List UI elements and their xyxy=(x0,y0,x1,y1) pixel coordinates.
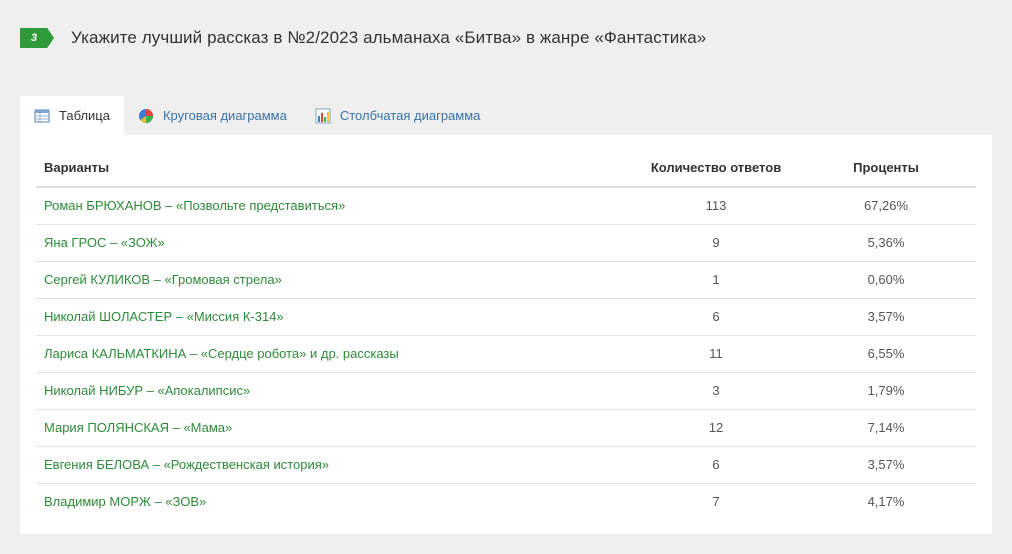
option-cell: Владимир МОРЖ – «ЗОВ» xyxy=(44,494,207,510)
option-cell: Евгения БЕЛОВА – «Рождественская история… xyxy=(36,446,636,484)
tab-bar-chart-label: Столбчатая диаграмма xyxy=(339,108,481,123)
percent-cell: 6,55% xyxy=(796,335,976,373)
percent-cell: 5,36% xyxy=(796,224,976,262)
tab-bar-chart[interactable]: Столбчатая диаграмма xyxy=(301,96,495,135)
bar-chart-icon xyxy=(315,108,331,124)
percent-cell: 3,57% xyxy=(796,446,976,484)
table-row: Мария ПОЛЯНСКАЯ – «Мама» 12 7,14% xyxy=(36,409,976,447)
option-cell: Лариса КАЛЬМАТКИНА – «Сердце робота» и д… xyxy=(36,335,636,373)
percent-cell: 4,17% xyxy=(867,494,905,510)
option-cell: Николай НИБУР – «Апокалипсис» xyxy=(36,372,636,410)
option-cell: Сергей КУЛИКОВ – «Громовая стрела» xyxy=(36,261,636,299)
tab-table[interactable]: Таблица xyxy=(20,96,124,135)
percent-cell: 67,26% xyxy=(796,187,976,225)
percent-cell: 0,60% xyxy=(796,261,976,299)
column-header-options: Варианты xyxy=(36,149,636,188)
table-header-row: Варианты Количество ответов Проценты xyxy=(36,149,976,188)
question-header: 3 Укажите лучший рассказ в №2/2023 альма… xyxy=(20,28,706,48)
table-row: Роман БРЮХАНОВ – «Позвольте представитьс… xyxy=(36,187,976,225)
table-row: Владимир МОРЖ – «ЗОВ» 7 4,17% xyxy=(36,483,976,520)
count-cell: 11 xyxy=(636,335,796,373)
percent-cell: 1,79% xyxy=(796,372,976,410)
tab-table-label: Таблица xyxy=(59,108,110,123)
tab-pie-chart-label: Круговая диаграмма xyxy=(162,108,287,123)
table-row: Евгения БЕЛОВА – «Рождественская история… xyxy=(36,446,976,484)
question-number-badge: 3 xyxy=(20,28,54,48)
option-cell: Мария ПОЛЯНСКАЯ – «Мама» xyxy=(36,409,636,447)
results-table: Варианты Количество ответов Проценты Ром… xyxy=(36,149,976,520)
count-cell: 6 xyxy=(636,446,796,484)
table-row: Лариса КАЛЬМАТКИНА – «Сердце робота» и д… xyxy=(36,335,976,373)
count-cell: 1 xyxy=(636,261,796,299)
question-title: Укажите лучший рассказ в №2/2023 альмана… xyxy=(71,28,707,47)
results-panel: Варианты Количество ответов Проценты Ром… xyxy=(20,135,992,534)
table-icon xyxy=(34,108,50,124)
column-header-count: Количество ответов xyxy=(636,149,796,188)
table-row: Николай ШОЛАСТЕР – «Миссия К-314» 6 3,57… xyxy=(36,298,976,336)
count-cell: 12 xyxy=(636,409,796,447)
percent-cell: 7,14% xyxy=(796,409,976,447)
table-row: Николай НИБУР – «Апокалипсис» 3 1,79% xyxy=(36,372,976,410)
column-header-percent: Проценты xyxy=(796,149,976,188)
percent-cell: 3,57% xyxy=(796,298,976,336)
count-cell: 7 xyxy=(712,494,720,510)
option-cell: Роман БРЮХАНОВ – «Позвольте представитьс… xyxy=(36,187,636,225)
count-cell: 113 xyxy=(636,187,796,225)
tab-pie-chart[interactable]: Круговая диаграмма xyxy=(124,96,301,135)
count-cell: 6 xyxy=(636,298,796,336)
view-tabs: Таблица Круговая диаграмма Столбчатая ди… xyxy=(20,96,494,135)
option-cell: Николай ШОЛАСТЕР – «Миссия К-314» xyxy=(36,298,636,336)
table-row: Яна ГРОС – «ЗОЖ» 9 5,36% xyxy=(36,224,976,262)
pie-chart-icon xyxy=(138,108,154,124)
count-cell: 9 xyxy=(636,224,796,262)
count-cell: 3 xyxy=(636,372,796,410)
table-row: Сергей КУЛИКОВ – «Громовая стрела» 1 0,6… xyxy=(36,261,976,299)
option-cell: Яна ГРОС – «ЗОЖ» xyxy=(36,224,636,262)
